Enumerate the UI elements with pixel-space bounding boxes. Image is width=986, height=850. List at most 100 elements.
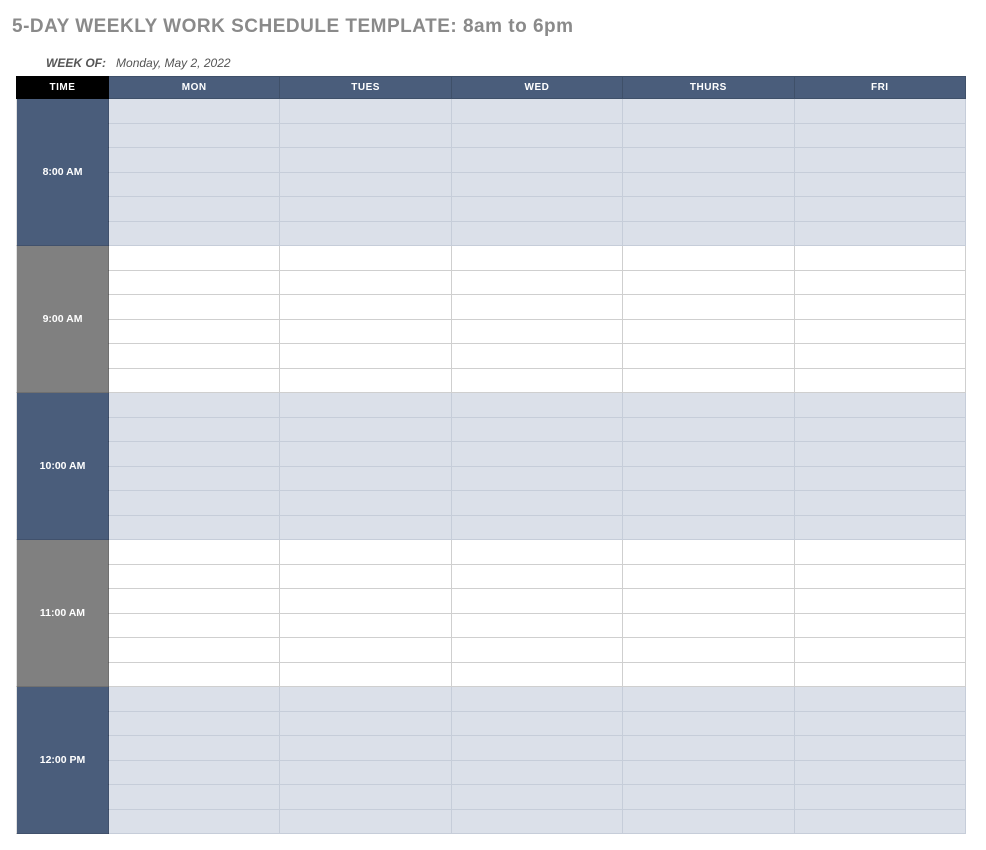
schedule-cell[interactable] — [623, 736, 794, 761]
schedule-cell[interactable] — [109, 589, 280, 614]
schedule-cell[interactable] — [109, 564, 280, 589]
schedule-cell[interactable] — [623, 148, 794, 173]
schedule-cell[interactable] — [451, 491, 622, 516]
schedule-cell[interactable] — [280, 515, 451, 540]
schedule-cell[interactable] — [623, 662, 794, 687]
schedule-cell[interactable] — [280, 711, 451, 736]
schedule-cell[interactable] — [623, 687, 794, 712]
schedule-cell[interactable] — [623, 589, 794, 614]
schedule-cell[interactable] — [280, 197, 451, 222]
schedule-cell[interactable] — [451, 638, 622, 663]
schedule-cell[interactable] — [109, 172, 280, 197]
schedule-cell[interactable] — [451, 466, 622, 491]
schedule-cell[interactable] — [451, 785, 622, 810]
schedule-cell[interactable] — [109, 613, 280, 638]
schedule-cell[interactable] — [109, 785, 280, 810]
schedule-cell[interactable] — [623, 344, 794, 369]
schedule-cell[interactable] — [794, 123, 965, 148]
schedule-cell[interactable] — [280, 246, 451, 271]
schedule-cell[interactable] — [623, 515, 794, 540]
schedule-cell[interactable] — [794, 393, 965, 418]
schedule-cell[interactable] — [623, 809, 794, 834]
schedule-cell[interactable] — [280, 736, 451, 761]
schedule-cell[interactable] — [623, 491, 794, 516]
schedule-cell[interactable] — [109, 638, 280, 663]
schedule-cell[interactable] — [794, 638, 965, 663]
schedule-cell[interactable] — [451, 344, 622, 369]
schedule-cell[interactable] — [794, 344, 965, 369]
schedule-cell[interactable] — [280, 760, 451, 785]
schedule-cell[interactable] — [280, 466, 451, 491]
schedule-cell[interactable] — [451, 711, 622, 736]
schedule-cell[interactable] — [451, 393, 622, 418]
schedule-cell[interactable] — [109, 221, 280, 246]
schedule-cell[interactable] — [451, 148, 622, 173]
schedule-cell[interactable] — [794, 589, 965, 614]
schedule-cell[interactable] — [623, 319, 794, 344]
schedule-cell[interactable] — [280, 613, 451, 638]
schedule-cell[interactable] — [451, 123, 622, 148]
schedule-cell[interactable] — [109, 515, 280, 540]
schedule-cell[interactable] — [623, 564, 794, 589]
schedule-cell[interactable] — [794, 246, 965, 271]
schedule-cell[interactable] — [794, 687, 965, 712]
schedule-cell[interactable] — [794, 736, 965, 761]
schedule-cell[interactable] — [794, 295, 965, 320]
schedule-cell[interactable] — [794, 711, 965, 736]
schedule-cell[interactable] — [280, 123, 451, 148]
schedule-cell[interactable] — [451, 221, 622, 246]
schedule-cell[interactable] — [109, 687, 280, 712]
schedule-cell[interactable] — [623, 368, 794, 393]
schedule-cell[interactable] — [109, 466, 280, 491]
schedule-cell[interactable] — [280, 491, 451, 516]
schedule-cell[interactable] — [280, 638, 451, 663]
schedule-cell[interactable] — [109, 368, 280, 393]
schedule-cell[interactable] — [451, 172, 622, 197]
schedule-cell[interactable] — [451, 246, 622, 271]
schedule-cell[interactable] — [623, 466, 794, 491]
schedule-cell[interactable] — [451, 760, 622, 785]
schedule-cell[interactable] — [280, 295, 451, 320]
schedule-cell[interactable] — [109, 393, 280, 418]
schedule-cell[interactable] — [451, 368, 622, 393]
schedule-cell[interactable] — [280, 393, 451, 418]
schedule-cell[interactable] — [623, 123, 794, 148]
schedule-cell[interactable] — [623, 638, 794, 663]
schedule-cell[interactable] — [280, 809, 451, 834]
schedule-cell[interactable] — [451, 270, 622, 295]
schedule-cell[interactable] — [280, 589, 451, 614]
schedule-cell[interactable] — [623, 221, 794, 246]
schedule-cell[interactable] — [794, 99, 965, 124]
schedule-cell[interactable] — [109, 760, 280, 785]
schedule-cell[interactable] — [280, 344, 451, 369]
schedule-cell[interactable] — [794, 197, 965, 222]
schedule-cell[interactable] — [623, 417, 794, 442]
schedule-cell[interactable] — [109, 711, 280, 736]
schedule-cell[interactable] — [451, 564, 622, 589]
schedule-cell[interactable] — [451, 809, 622, 834]
schedule-cell[interactable] — [451, 417, 622, 442]
schedule-cell[interactable] — [109, 99, 280, 124]
schedule-cell[interactable] — [280, 540, 451, 565]
schedule-cell[interactable] — [109, 344, 280, 369]
schedule-cell[interactable] — [794, 540, 965, 565]
schedule-cell[interactable] — [109, 270, 280, 295]
schedule-cell[interactable] — [794, 785, 965, 810]
schedule-cell[interactable] — [623, 99, 794, 124]
schedule-cell[interactable] — [794, 221, 965, 246]
schedule-cell[interactable] — [623, 540, 794, 565]
schedule-cell[interactable] — [623, 246, 794, 271]
schedule-cell[interactable] — [109, 319, 280, 344]
schedule-cell[interactable] — [109, 148, 280, 173]
schedule-cell[interactable] — [109, 417, 280, 442]
schedule-cell[interactable] — [794, 270, 965, 295]
schedule-cell[interactable] — [794, 442, 965, 467]
schedule-cell[interactable] — [280, 442, 451, 467]
schedule-cell[interactable] — [623, 442, 794, 467]
schedule-cell[interactable] — [109, 442, 280, 467]
schedule-cell[interactable] — [623, 760, 794, 785]
schedule-cell[interactable] — [280, 662, 451, 687]
schedule-cell[interactable] — [280, 417, 451, 442]
schedule-cell[interactable] — [280, 319, 451, 344]
schedule-cell[interactable] — [280, 221, 451, 246]
